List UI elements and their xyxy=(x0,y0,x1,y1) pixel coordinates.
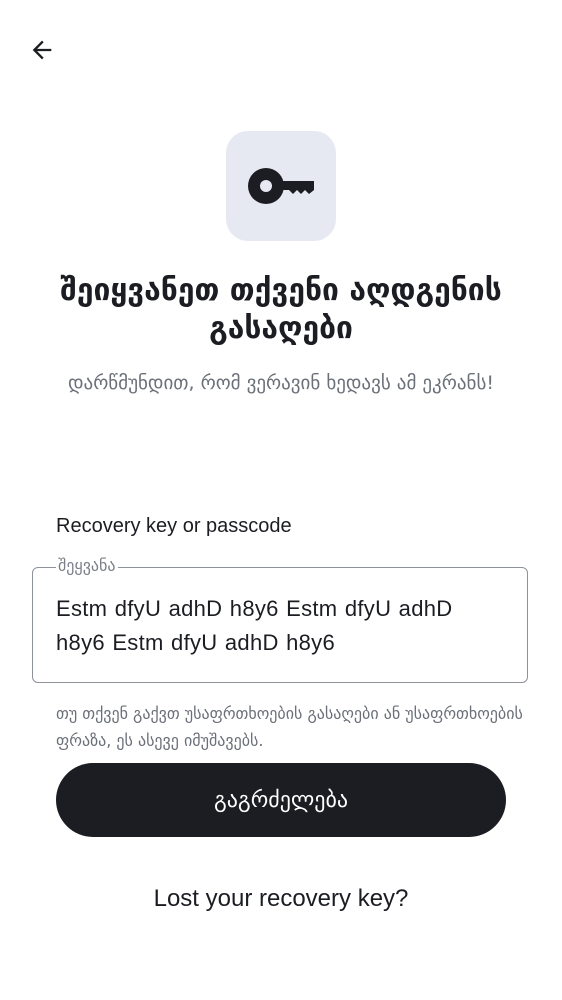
field-label: Recovery key or passcode xyxy=(56,515,292,537)
field-legend: შეყვანა xyxy=(56,556,118,576)
continue-button[interactable]: გაგრძელება xyxy=(56,763,506,837)
back-button[interactable] xyxy=(22,30,62,70)
page-subtitle: დარწმუნდით, რომ ვერავინ ხედავს ამ ეკრანს… xyxy=(68,372,494,394)
key-icon-tile xyxy=(226,131,336,241)
lost-recovery-key-link[interactable]: Lost your recovery key? xyxy=(56,884,506,914)
key-icon xyxy=(248,168,314,204)
page-title: შეიყვანეთ თქვენი აღდგენის გასაღები xyxy=(60,273,502,346)
recovery-key-value[interactable]: Estm dfyU adhD h8y6 Estm dfyU adhD h8y6 … xyxy=(56,592,506,660)
arrow-left-icon xyxy=(32,40,52,60)
helper-text: თუ თქვენ გაქვთ უსაფრთხოების გასაღები ან … xyxy=(56,704,523,750)
